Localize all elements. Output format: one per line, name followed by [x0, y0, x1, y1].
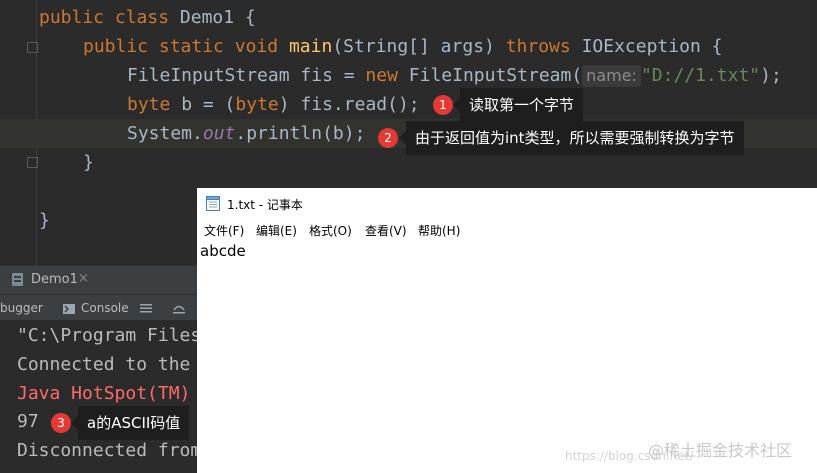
console-line-output: 97	[17, 411, 39, 432]
run-tab-label[interactable]: Demo1	[31, 272, 78, 287]
notepad-icon	[206, 196, 220, 211]
console-line: "C:\Program Files	[17, 325, 197, 346]
run-panel-header: Demo1 ×	[0, 265, 197, 295]
menu-help[interactable]: 帮助(H)	[418, 222, 460, 239]
menu-edit[interactable]: 编辑(E)	[256, 222, 297, 239]
watermark-site: @稀土掘金技术社区	[648, 441, 793, 460]
step-over-icon[interactable]	[172, 301, 186, 315]
notepad-text-area[interactable]: abcde	[200, 242, 246, 260]
parameter-hint: name:	[582, 65, 641, 87]
notepad-title-bar: 1.txt - 记事本	[197, 188, 817, 218]
close-icon[interactable]: ×	[78, 271, 89, 286]
annotation-badge-2: 2	[378, 128, 398, 148]
code-line-4[interactable]: byte b = (byte) fis.read();	[0, 90, 817, 119]
console-tab[interactable]: Console	[81, 301, 129, 315]
annotation-badge-3: 3	[51, 413, 71, 433]
menu-format[interactable]: 格式(O)	[309, 222, 352, 239]
debugger-tab[interactable]: bugger	[0, 301, 43, 315]
menu-view[interactable]: 查看(V)	[365, 222, 407, 239]
run-toolbar: bugger Console	[0, 294, 197, 322]
code-line-1[interactable]: public class Demo1 {	[0, 3, 817, 32]
run-config-icon	[12, 273, 23, 286]
console-icon	[63, 303, 75, 314]
menu-file[interactable]: 文件(F)	[204, 222, 244, 239]
annotation-tooltip-2: 由于返回值为int类型，所以需要强制转换为字节	[399, 121, 744, 155]
notepad-title: 1.txt - 记事本	[227, 198, 303, 212]
annotation-tooltip-1: 读取第一个字节	[452, 88, 584, 122]
code-line-2[interactable]: public static void main(String[] args) t…	[0, 32, 817, 61]
console-output[interactable]: "C:\Program Files Connected to the Java …	[0, 320, 197, 473]
console-line-error: Java HotSpot(TM)	[17, 383, 191, 404]
console-line: Disconnected from	[17, 440, 197, 461]
menu-lines-icon[interactable]	[140, 302, 152, 314]
annotation-tooltip-3: a的ASCII码值	[70, 406, 190, 440]
code-line-3[interactable]: FileInputStream fis = new FileInputStrea…	[0, 61, 817, 90]
console-line: Connected to the	[17, 354, 191, 375]
annotation-badge-1: 1	[433, 95, 453, 115]
notepad-menu-bar: 文件(F) 编辑(E) 格式(O) 查看(V) 帮助(H)	[197, 218, 817, 240]
notepad-window: 1.txt - 记事本 文件(F) 编辑(E) 格式(O) 查看(V) 帮助(H…	[197, 188, 817, 473]
